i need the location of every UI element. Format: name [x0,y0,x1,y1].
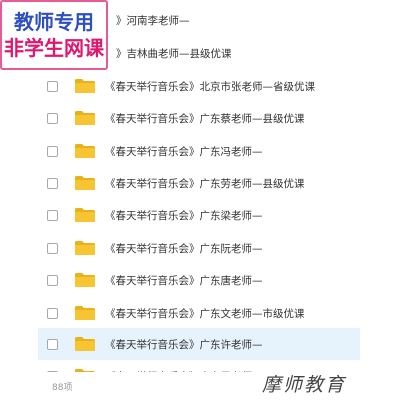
checkbox[interactable] [47,242,58,254]
checkbox[interactable] [47,274,58,286]
list-item[interactable]: 《春天举行音乐会》广东冯老师— [38,135,360,167]
checkbox[interactable] [47,177,58,189]
file-name: 《春天举行音乐会》广东蔡老师—县级优课 [105,112,305,125]
list-item[interactable]: 《春天举行音乐会》广东唐老师— [38,264,360,296]
file-name: 《春天举行音乐会》广东阮老师— [105,242,263,255]
file-name: 《春天举行音乐会》广东冯老师— [105,145,263,158]
folder-icon [75,176,95,190]
file-name: 《春天举行音乐会》广东文老师—市级优课 [105,307,305,320]
file-name: 《春天举行音乐会》广东劳老师—县级优课 [105,177,305,190]
folder-icon [75,337,95,351]
folder-icon [75,306,95,320]
file-name: 《春天举行音乐会》广东周老师— [105,369,263,373]
list-item[interactable]: 《春天举行音乐会》广东许老师— [38,328,360,360]
checkbox[interactable] [47,112,58,124]
folder-icon [75,273,95,287]
badge-line-2: 非学生网课 [4,36,104,60]
folder-icon [75,369,95,372]
folder-icon [75,144,95,158]
file-name: 》河南李老师— [116,14,190,27]
file-name: 》吉林曲老师—县级优课 [116,47,232,60]
list-item[interactable]: 《春天举行音乐会》广东文老师—市级优课 [38,297,360,329]
folder-icon [75,208,95,222]
folder-icon [75,111,95,125]
list-item[interactable]: 《春天举行音乐会》广东梁老师— [38,199,360,231]
checkbox[interactable] [47,338,58,350]
list-item[interactable]: 《春天举行音乐会》广东蔡老师—县级优课 [38,102,360,134]
checkbox[interactable] [47,80,58,92]
file-name: 《春天举行音乐会》广东唐老师— [105,274,263,287]
watermark: 摩师教育 [262,374,347,396]
file-name: 《春天举行音乐会》北京市张老师—省级优课 [105,80,315,93]
file-name: 《春天举行音乐会》广东梁老师— [105,209,263,222]
folder-icon [75,241,95,255]
folder-icon [75,79,95,93]
checkbox[interactable] [47,209,58,221]
list-item[interactable]: 《春天举行音乐会》北京市张老师—省级优课 [38,70,360,102]
teacher-only-badge: 教师专用 非学生网课 [0,0,108,70]
checkbox[interactable] [47,145,58,157]
badge-line-1: 教师专用 [14,10,94,34]
checkbox[interactable] [47,370,58,372]
file-name: 《春天举行音乐会》广东许老师— [105,338,263,351]
list-item[interactable]: 《春天举行音乐会》广东劳老师—县级优课 [38,167,360,199]
list-item[interactable]: 《春天举行音乐会》广东阮老师— [38,232,360,264]
item-count: 88项 [52,383,73,393]
checkbox[interactable] [47,307,58,319]
